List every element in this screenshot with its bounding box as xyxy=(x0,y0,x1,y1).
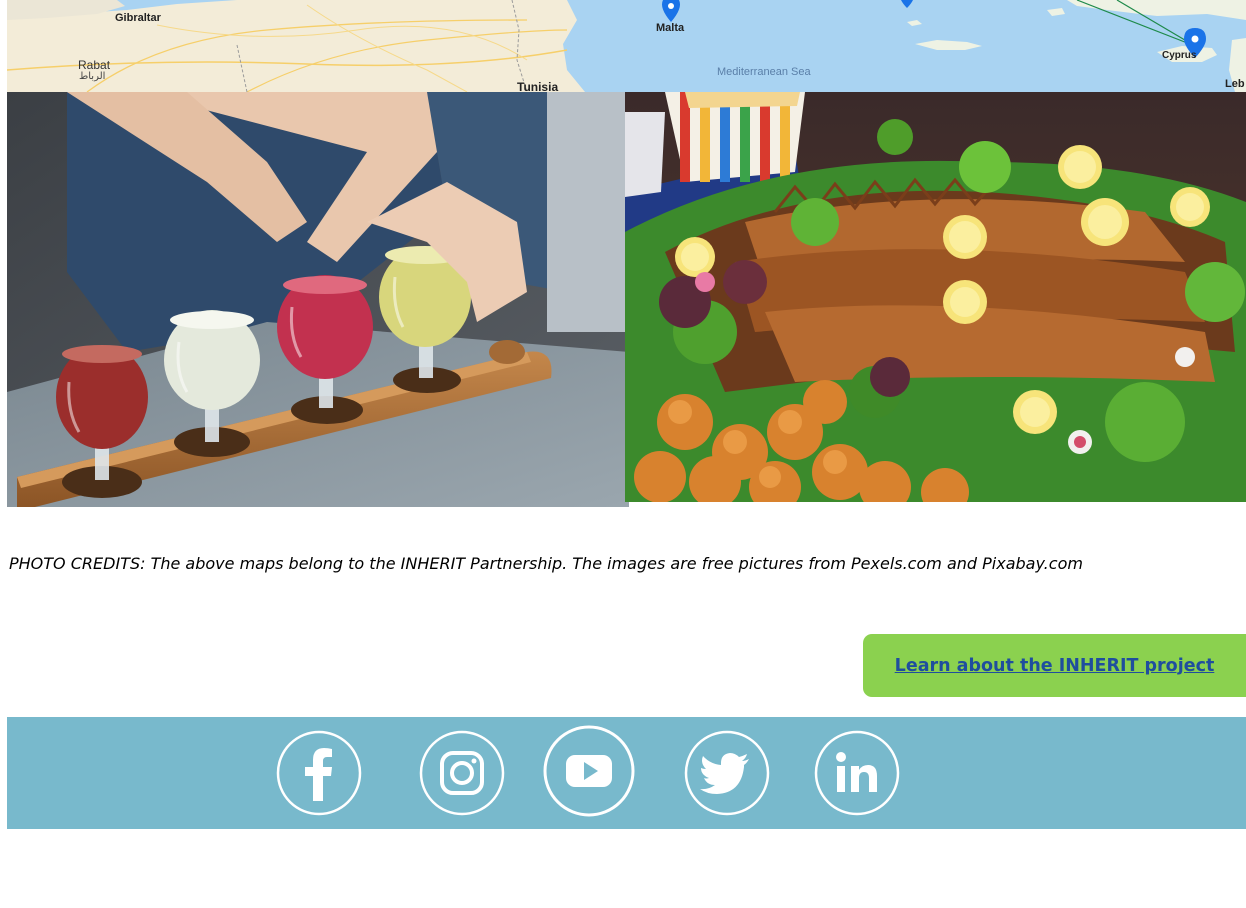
map-strip: Gibraltar Rabat الرباط Tunisia Malta Med… xyxy=(7,0,1246,92)
map-label-sea: Mediterranean Sea xyxy=(717,66,811,78)
map-label-tunisia: Tunisia xyxy=(517,80,559,92)
photo-credits: PHOTO CREDITS: The above maps belong to … xyxy=(9,554,1083,573)
map-marker-greece xyxy=(901,0,913,8)
map-label-rabat-arabic: الرباط xyxy=(79,71,106,82)
social-links-bar xyxy=(7,717,1246,829)
map-label-rabat: Rabat xyxy=(78,58,111,72)
youtube-icon[interactable] xyxy=(542,724,636,818)
learn-about-inherit-button[interactable]: Learn about the INHERIT project xyxy=(863,634,1246,697)
twitter-icon[interactable] xyxy=(683,729,771,817)
learn-about-inherit-link[interactable]: Learn about the INHERIT project xyxy=(895,656,1215,676)
fish-platter-photo xyxy=(625,92,1246,502)
map-label-gibraltar: Gibraltar xyxy=(115,12,161,24)
facebook-icon[interactable] xyxy=(275,729,363,817)
map-label-lebanon: Leb xyxy=(1225,78,1245,90)
linkedin-icon[interactable] xyxy=(813,729,901,817)
map-label-cyprus: Cyprus xyxy=(1162,50,1197,61)
map-background xyxy=(7,0,1246,92)
map-marker-malta xyxy=(662,0,680,22)
instagram-icon[interactable] xyxy=(418,729,506,817)
beer-flight-photo xyxy=(7,92,629,507)
map-label-malta: Malta xyxy=(656,22,685,34)
